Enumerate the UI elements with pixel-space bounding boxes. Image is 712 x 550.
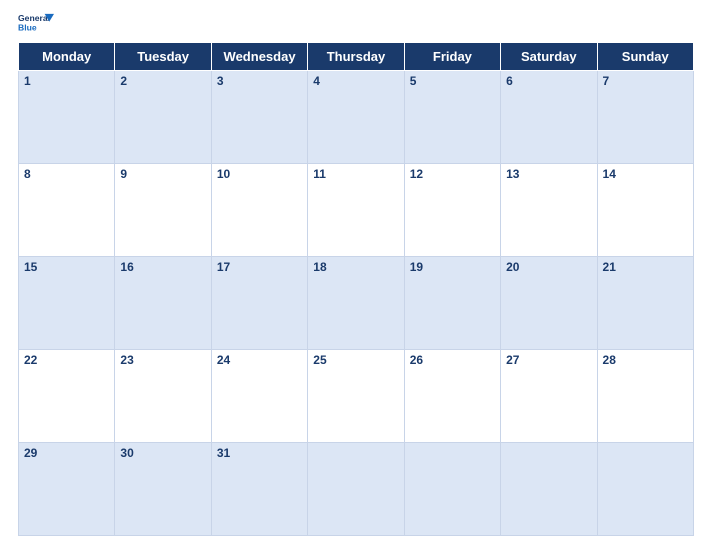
- weekday-header-sunday: Sunday: [597, 43, 693, 71]
- calendar-cell: 21: [597, 257, 693, 350]
- day-number: 24: [217, 353, 302, 367]
- calendar-cell: 7: [597, 71, 693, 164]
- calendar-cell: [501, 443, 597, 536]
- calendar-cell: 6: [501, 71, 597, 164]
- calendar-cell: 28: [597, 350, 693, 443]
- calendar-cell: 1: [19, 71, 115, 164]
- calendar-cell: 3: [211, 71, 307, 164]
- day-number: 22: [24, 353, 109, 367]
- calendar-cell: 22: [19, 350, 115, 443]
- calendar-cell: 19: [404, 257, 500, 350]
- weekday-header-row: MondayTuesdayWednesdayThursdayFridaySatu…: [19, 43, 694, 71]
- calendar-cell: 20: [501, 257, 597, 350]
- day-number: 3: [217, 74, 302, 88]
- calendar-week-row: 15 16 17 18 19 20 21: [19, 257, 694, 350]
- weekday-header-thursday: Thursday: [308, 43, 404, 71]
- day-number: 28: [603, 353, 688, 367]
- weekday-header-saturday: Saturday: [501, 43, 597, 71]
- day-number: 4: [313, 74, 398, 88]
- day-number: 13: [506, 167, 591, 181]
- calendar-cell: 27: [501, 350, 597, 443]
- day-number: 29: [24, 446, 109, 460]
- calendar-cell: [308, 443, 404, 536]
- weekday-header-monday: Monday: [19, 43, 115, 71]
- logo-icon: General Blue: [18, 10, 54, 38]
- calendar-cell: 23: [115, 350, 211, 443]
- calendar-cell: 25: [308, 350, 404, 443]
- calendar-week-row: 1234567: [19, 71, 694, 164]
- calendar-cell: 24: [211, 350, 307, 443]
- calendar-week-row: 89 10 11 12 13 14: [19, 164, 694, 257]
- weekday-header-friday: Friday: [404, 43, 500, 71]
- day-number: 16: [120, 260, 205, 274]
- calendar-body: 1234567891011121314151617181920212223242…: [19, 71, 694, 536]
- calendar-cell: 16: [115, 257, 211, 350]
- svg-text:Blue: Blue: [18, 22, 37, 32]
- day-number: 10: [217, 167, 302, 181]
- calendar-cell: 2: [115, 71, 211, 164]
- calendar-cell: 8: [19, 164, 115, 257]
- calendar-cell: 18: [308, 257, 404, 350]
- calendar-cell: 12: [404, 164, 500, 257]
- day-number: 6: [506, 74, 591, 88]
- calendar-week-row: 29 30 31: [19, 443, 694, 536]
- calendar-cell: 15: [19, 257, 115, 350]
- calendar-cell: 14: [597, 164, 693, 257]
- calendar-cell: 17: [211, 257, 307, 350]
- calendar-cell: 10: [211, 164, 307, 257]
- day-number: 17: [217, 260, 302, 274]
- day-number: 15: [24, 260, 109, 274]
- calendar-cell: 4: [308, 71, 404, 164]
- day-number: 14: [603, 167, 688, 181]
- day-number: 5: [410, 74, 495, 88]
- calendar-cell: 5: [404, 71, 500, 164]
- calendar-cell: 11: [308, 164, 404, 257]
- calendar-cell: 31: [211, 443, 307, 536]
- calendar-cell: [597, 443, 693, 536]
- logo-area: General Blue: [18, 10, 54, 38]
- country-label: [634, 10, 694, 14]
- day-number: 19: [410, 260, 495, 274]
- day-number: 18: [313, 260, 398, 274]
- day-number: 7: [603, 74, 688, 88]
- day-number: 27: [506, 353, 591, 367]
- day-number: 25: [313, 353, 398, 367]
- calendar-cell: [404, 443, 500, 536]
- day-number: 30: [120, 446, 205, 460]
- day-number: 20: [506, 260, 591, 274]
- day-number: 26: [410, 353, 495, 367]
- calendar-table: MondayTuesdayWednesdayThursdayFridaySatu…: [18, 42, 694, 536]
- day-number: 11: [313, 167, 398, 181]
- weekday-header-tuesday: Tuesday: [115, 43, 211, 71]
- calendar-cell: 13: [501, 164, 597, 257]
- day-number: 8: [24, 167, 109, 181]
- day-number: 23: [120, 353, 205, 367]
- weekday-header-wednesday: Wednesday: [211, 43, 307, 71]
- day-number: 21: [603, 260, 688, 274]
- day-number: 2: [120, 74, 205, 88]
- calendar-week-row: 22 23 24 25 26 27 28: [19, 350, 694, 443]
- calendar-cell: 29: [19, 443, 115, 536]
- calendar-cell: 26: [404, 350, 500, 443]
- day-number: 9: [120, 167, 205, 181]
- day-number: 1: [24, 74, 109, 88]
- day-number: 31: [217, 446, 302, 460]
- calendar-cell: 30: [115, 443, 211, 536]
- calendar-cell: 9: [115, 164, 211, 257]
- calendar-header: General Blue: [18, 10, 694, 38]
- day-number: 12: [410, 167, 495, 181]
